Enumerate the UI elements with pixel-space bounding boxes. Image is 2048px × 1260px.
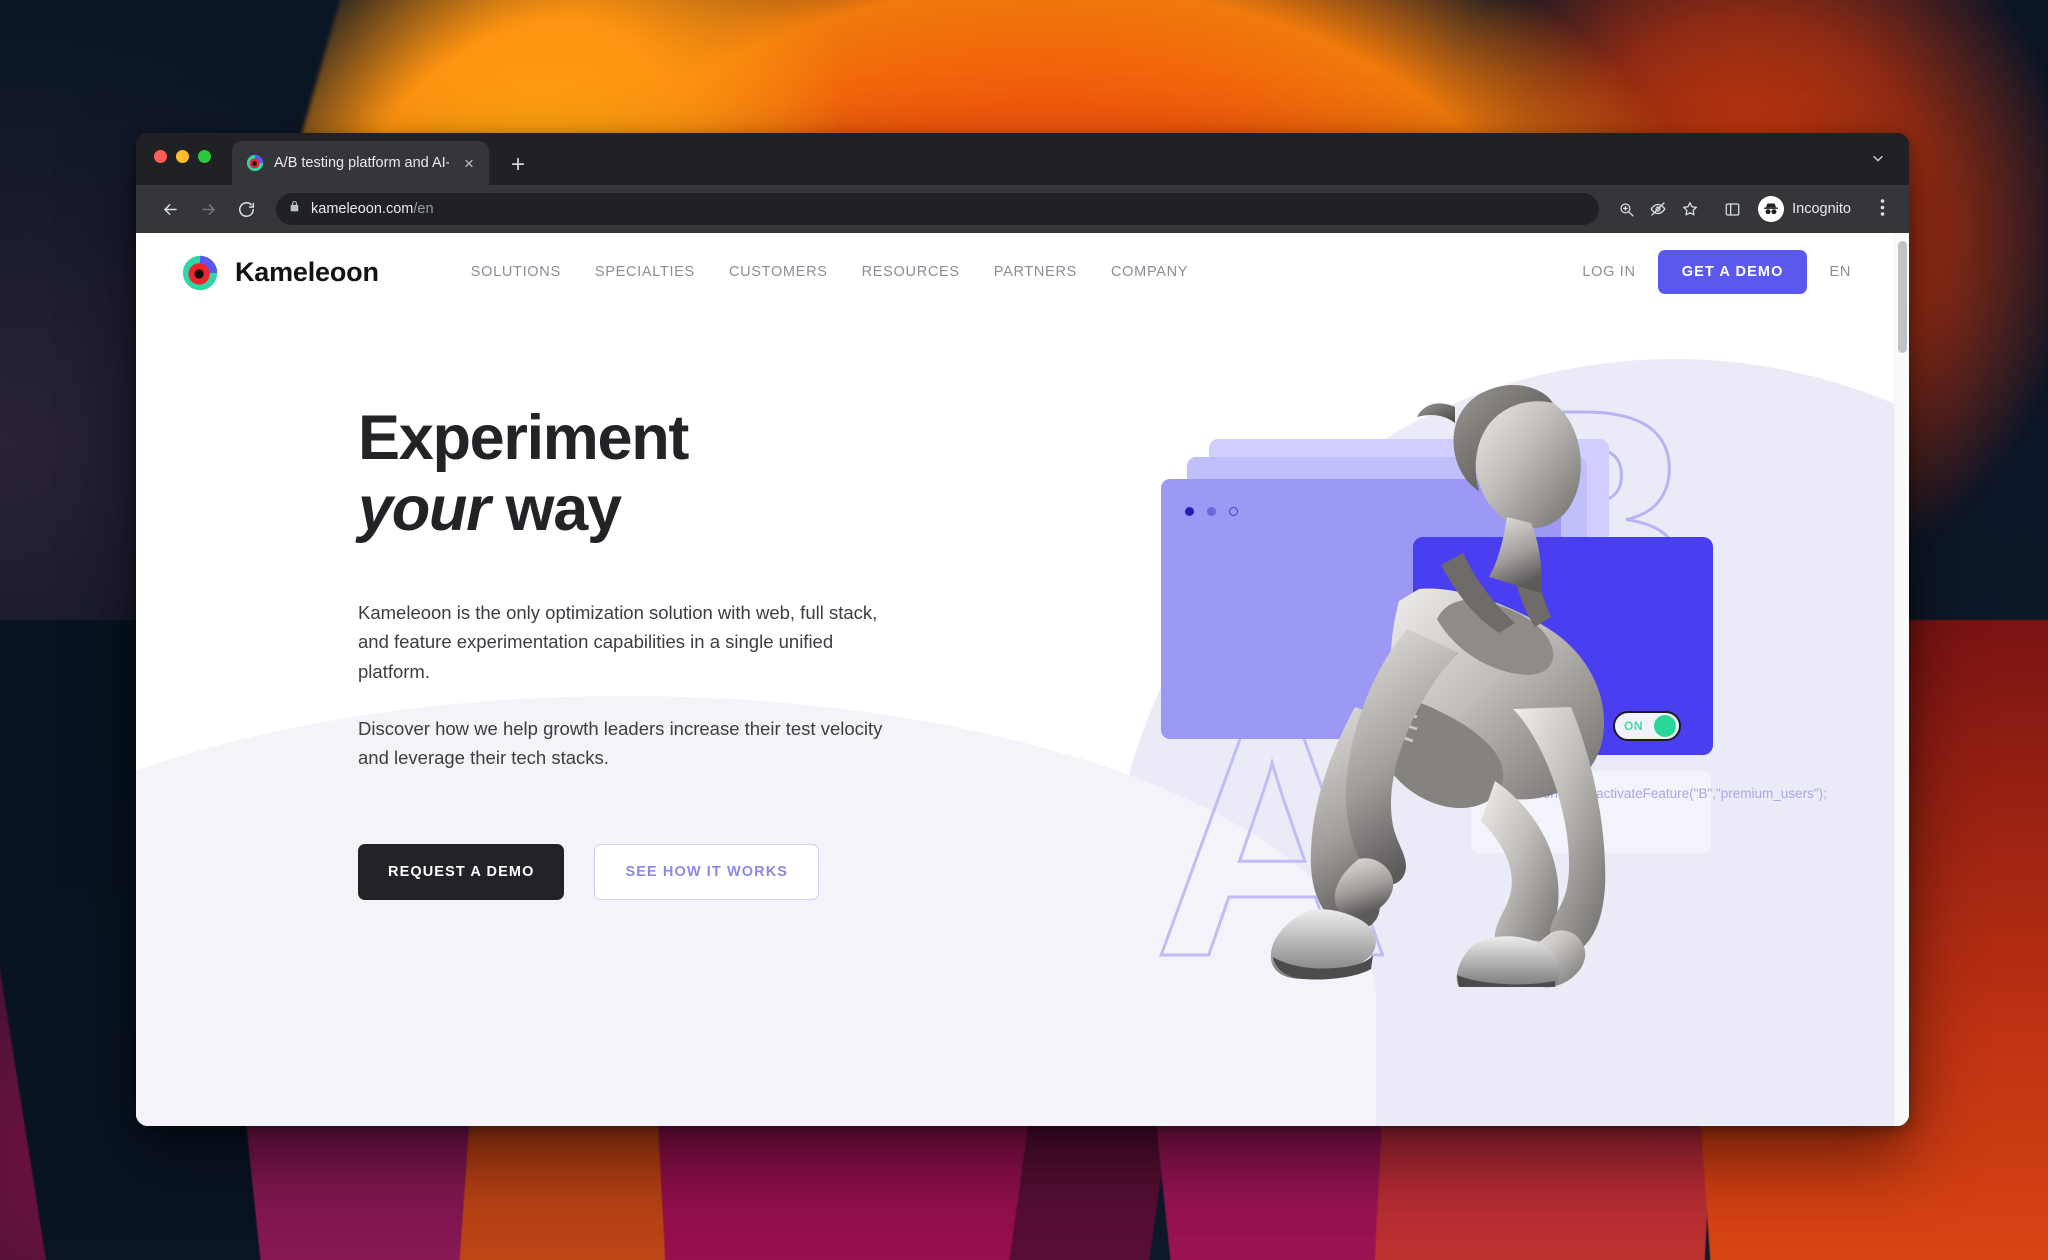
see-how-it-works-button[interactable]: SEE HOW IT WORKS bbox=[594, 844, 820, 901]
site-header: Kameleoon SOLUTIONS SPECIALTIES CUSTOMER… bbox=[136, 233, 1909, 311]
header-actions: LOG IN GET A DEMO EN bbox=[1582, 250, 1851, 294]
hero-headline: Experiment your way bbox=[358, 403, 896, 544]
hero-cta-group: REQUEST A DEMO SEE HOW IT WORKS bbox=[358, 844, 896, 901]
reload-icon[interactable] bbox=[230, 193, 262, 225]
address-bar[interactable]: kameleoon.com/en bbox=[276, 193, 1600, 225]
close-window-button[interactable] bbox=[154, 150, 167, 163]
maximize-window-button[interactable] bbox=[198, 150, 211, 163]
kameleoon-favicon-icon bbox=[246, 154, 264, 172]
nav-item-resources[interactable]: RESOURCES bbox=[862, 264, 960, 280]
athlete-photo bbox=[1270, 384, 1606, 988]
browser-tab-title: A/B testing platform and AI-dri bbox=[274, 155, 449, 171]
close-tab-icon[interactable]: × bbox=[459, 155, 479, 172]
browser-window: A/B testing platform and AI-dri × + kame… bbox=[136, 133, 1909, 1126]
login-link[interactable]: LOG IN bbox=[1582, 264, 1635, 280]
nav-item-solutions[interactable]: SOLUTIONS bbox=[471, 264, 561, 280]
page-scrollbar[interactable] bbox=[1894, 233, 1909, 1126]
url-path: /en bbox=[413, 201, 434, 217]
brand-name: Kameleoon bbox=[235, 256, 379, 287]
get-a-demo-button[interactable]: GET A DEMO bbox=[1657, 250, 1808, 294]
nav-item-customers[interactable]: CUSTOMERS bbox=[729, 264, 828, 280]
profile-label: Incognito bbox=[1792, 201, 1851, 217]
hero-paragraph-2: Discover how we help growth leaders incr… bbox=[358, 717, 883, 768]
nav-item-partners[interactable]: PARTNERS bbox=[994, 264, 1077, 280]
padlock-icon bbox=[288, 200, 301, 218]
tab-search-chevron-icon[interactable] bbox=[1871, 151, 1885, 169]
request-a-demo-button[interactable]: REQUEST A DEMO bbox=[358, 844, 565, 901]
language-selector[interactable]: EN bbox=[1829, 264, 1851, 280]
zoom-magnifier-icon[interactable] bbox=[1611, 194, 1641, 224]
hero-section: Experiment your way Kameleoon is the onl… bbox=[136, 311, 1909, 1126]
back-arrow-icon[interactable] bbox=[154, 193, 186, 225]
nav-item-specialties[interactable]: SPECIALTIES bbox=[595, 264, 695, 280]
hero-headline-line1: Experiment bbox=[358, 403, 689, 473]
hero-headline-rest: way bbox=[489, 473, 622, 544]
new-tab-button[interactable]: + bbox=[511, 153, 525, 177]
hero-copy: Experiment your way Kameleoon is the onl… bbox=[136, 311, 896, 1126]
url-domain: kameleoon.com bbox=[311, 201, 414, 217]
forward-arrow-icon[interactable] bbox=[192, 193, 224, 225]
incognito-hat-icon bbox=[1758, 196, 1785, 222]
bookmark-star-icon[interactable] bbox=[1675, 194, 1705, 224]
desktop-background: A/B testing platform and AI-dri × + kame… bbox=[0, 0, 2048, 1260]
hero-paragraph-1: Kameleoon is the only optimization solut… bbox=[358, 602, 878, 682]
side-panel-icon[interactable] bbox=[1717, 194, 1747, 224]
nav-item-company[interactable]: COMPANY bbox=[1111, 264, 1188, 280]
browser-tab[interactable]: A/B testing platform and AI-dri × bbox=[232, 141, 489, 185]
kebab-menu-icon[interactable] bbox=[1871, 198, 1893, 220]
page-viewport: Kameleoon SOLUTIONS SPECIALTIES CUSTOMER… bbox=[136, 233, 1909, 1126]
browser-toolbar: kameleoon.com/en Incognito bbox=[136, 185, 1909, 233]
toolbar-actions: Incognito bbox=[1611, 194, 1893, 224]
hero-headline-italic: your bbox=[358, 473, 491, 544]
address-bar-url: kameleoon.com/en bbox=[311, 201, 434, 217]
kameleoon-mark-icon bbox=[180, 251, 222, 293]
eye-slash-icon[interactable] bbox=[1643, 194, 1673, 224]
minimize-window-button[interactable] bbox=[176, 150, 189, 163]
brand-logo-link[interactable]: Kameleoon bbox=[180, 251, 379, 293]
browser-tab-strip: A/B testing platform and AI-dri × + bbox=[136, 133, 1909, 185]
scrollbar-thumb[interactable] bbox=[1898, 241, 1907, 353]
profile-incognito-button[interactable]: Incognito bbox=[1755, 194, 1863, 224]
primary-nav: SOLUTIONS SPECIALTIES CUSTOMERS RESOURCE… bbox=[471, 264, 1188, 280]
window-traffic-lights bbox=[154, 150, 211, 163]
